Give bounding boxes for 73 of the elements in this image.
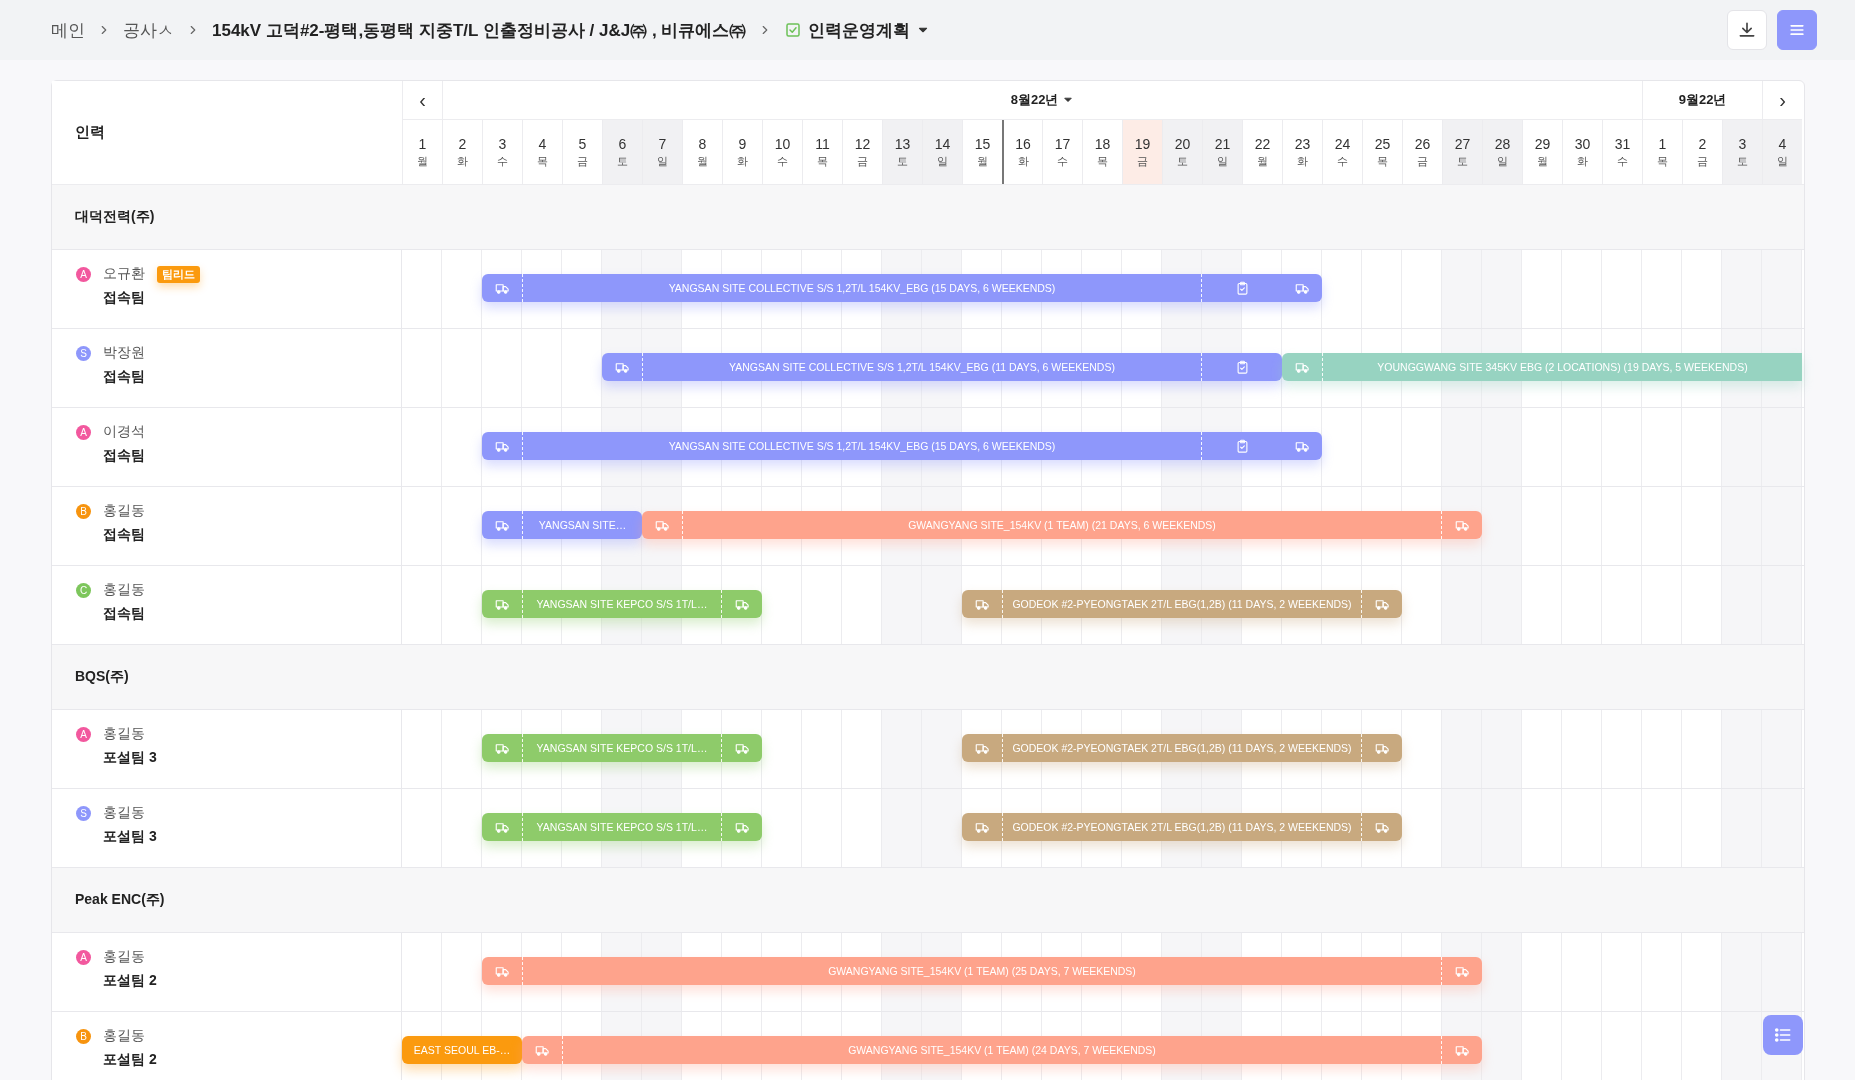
group-name: BQS(주)	[75, 668, 129, 686]
breadcrumb-link[interactable]: 공사ㅅ	[123, 18, 174, 42]
bar-label: YANGSAN SITE KEPCO S/S 1T/L…	[536, 598, 708, 610]
menu-button[interactable]	[1777, 10, 1817, 50]
day-header[interactable]: 14 일	[922, 120, 962, 184]
avatar: A	[76, 726, 91, 742]
avatar: A	[76, 424, 91, 440]
avatar: A	[76, 949, 91, 965]
role-badge: 팀리드	[157, 265, 200, 283]
bar-label: GWANGYANG SITE_154KV (1 TEAM) (24 DAYS, 7 WEEKENDS)	[848, 1044, 1156, 1056]
clipboard-check-icon	[1234, 359, 1250, 375]
clipboard-check-icon	[1234, 280, 1250, 296]
bar-label: YANGSAN SITE…	[538, 519, 627, 531]
bar-label: EAST SEOUL EB-…	[413, 1044, 511, 1056]
bar-label: YOUNGGWANG SITE 345KV EBG (2 LOCATIONS) (19 DAYS, 5 WEEKENDS)	[1377, 361, 1748, 373]
bar-label: YANGSAN SITE KEPCO S/S 1T/L…	[536, 742, 708, 754]
person-name: 홍길동	[103, 581, 145, 599]
clipboard-check-icon	[1234, 438, 1250, 454]
team-name: 접속팀	[103, 368, 146, 386]
bar-label: GWANGYANG SITE_154KV (1 TEAM) (25 DAYS, 7 WEEKENDS)	[828, 965, 1136, 977]
group-name: Peak ENC(주)	[75, 891, 165, 909]
breadcrumb-link[interactable]: 메인	[51, 18, 85, 42]
person-name: 홍길동	[103, 804, 145, 822]
day-header[interactable]: 27 토	[1442, 120, 1482, 184]
team-name: 포설팀 2	[103, 1051, 158, 1069]
person-name: 오규환	[103, 265, 145, 283]
person-name: 홍길동	[103, 725, 145, 743]
day-header[interactable]: 13 토	[882, 120, 922, 184]
download-button[interactable]	[1727, 10, 1767, 50]
next-button[interactable]: ›	[1762, 81, 1802, 119]
day-header[interactable]: 6 토	[602, 120, 642, 184]
group-name: 대덕전력(주)	[75, 208, 155, 226]
avatar: B	[76, 1028, 91, 1044]
day-header[interactable]: 4 일	[1762, 120, 1802, 184]
bar-label: GODEOK #2-PYEONGTAEK 2T/L EBG(1,2B) (11 DAYS, 2 WEEKENDS)	[1012, 742, 1352, 754]
month-selector[interactable]: 9월22년	[1678, 91, 1727, 109]
team-name: 접속팀	[103, 526, 146, 544]
team-name: 포설팀 3	[103, 828, 158, 846]
day-header[interactable]: 21 일	[1202, 120, 1242, 184]
day-header[interactable]: 7 일	[642, 120, 682, 184]
day-header[interactable]: 3 토	[1722, 120, 1762, 184]
team-name: 접속팀	[103, 447, 146, 465]
day-header[interactable]: 19 금	[1122, 120, 1162, 184]
previous-button[interactable]: ‹	[403, 81, 443, 119]
day-header[interactable]: 28 일	[1482, 120, 1522, 184]
bar-label: YANGSAN SITE COLLECTIVE S/S 1,2T/L 154KV_EBG (11 DAYS, 6 WEEKENDS)	[729, 361, 1115, 373]
person-name: 홍길동	[103, 502, 145, 520]
plan-dropdown[interactable]: 인력운영계획	[784, 18, 931, 42]
bar-label: GODEOK #2-PYEONGTAEK 2T/L EBG(1,2B) (11 DAYS, 2 WEEKENDS)	[1012, 821, 1352, 833]
day-header[interactable]: 20 토	[1162, 120, 1202, 184]
person-name: 홍길동	[103, 948, 145, 966]
bar-label: GODEOK #2-PYEONGTAEK 2T/L EBG(1,2B) (11 DAYS, 2 WEEKENDS)	[1012, 598, 1352, 610]
team-name: 포설팀 3	[103, 749, 158, 767]
list-button[interactable]	[1763, 1015, 1803, 1055]
avatar: S	[76, 805, 91, 821]
breadcrumb-link[interactable]: 154kV 고덕#2-평택,동평택 지중T/L 인출정비공사 / J&J㈜ , 비큐에스㈜	[212, 18, 747, 42]
bar-label: GWANGYANG SITE_154KV (1 TEAM) (21 DAYS, 6 WEEKENDS)	[908, 519, 1216, 531]
avatar: B	[76, 503, 91, 519]
person-name: 이경석	[103, 423, 145, 441]
team-name: 포설팀 2	[103, 972, 158, 990]
person-name: 홍길동	[103, 1027, 145, 1045]
avatar: S	[76, 345, 91, 361]
bar-label: YANGSAN SITE KEPCO S/S 1T/L…	[536, 821, 708, 833]
download-icon	[1737, 20, 1757, 40]
month-selector[interactable]: 8월22년	[1010, 91, 1075, 109]
team-name: 접속팀	[103, 289, 146, 307]
team-name: 접속팀	[103, 605, 146, 623]
list-icon	[1773, 1025, 1793, 1045]
avatar: C	[76, 582, 91, 598]
person-name: 박장원	[103, 344, 145, 362]
avatar: A	[76, 266, 91, 282]
bar-label: YANGSAN SITE COLLECTIVE S/S 1,2T/L 154KV_EBG (15 DAYS, 6 WEEKENDS)	[668, 282, 1056, 294]
bar-label: YANGSAN SITE COLLECTIVE S/S 1,2T/L 154KV_EBG (15 DAYS, 6 WEEKENDS)	[668, 440, 1056, 452]
